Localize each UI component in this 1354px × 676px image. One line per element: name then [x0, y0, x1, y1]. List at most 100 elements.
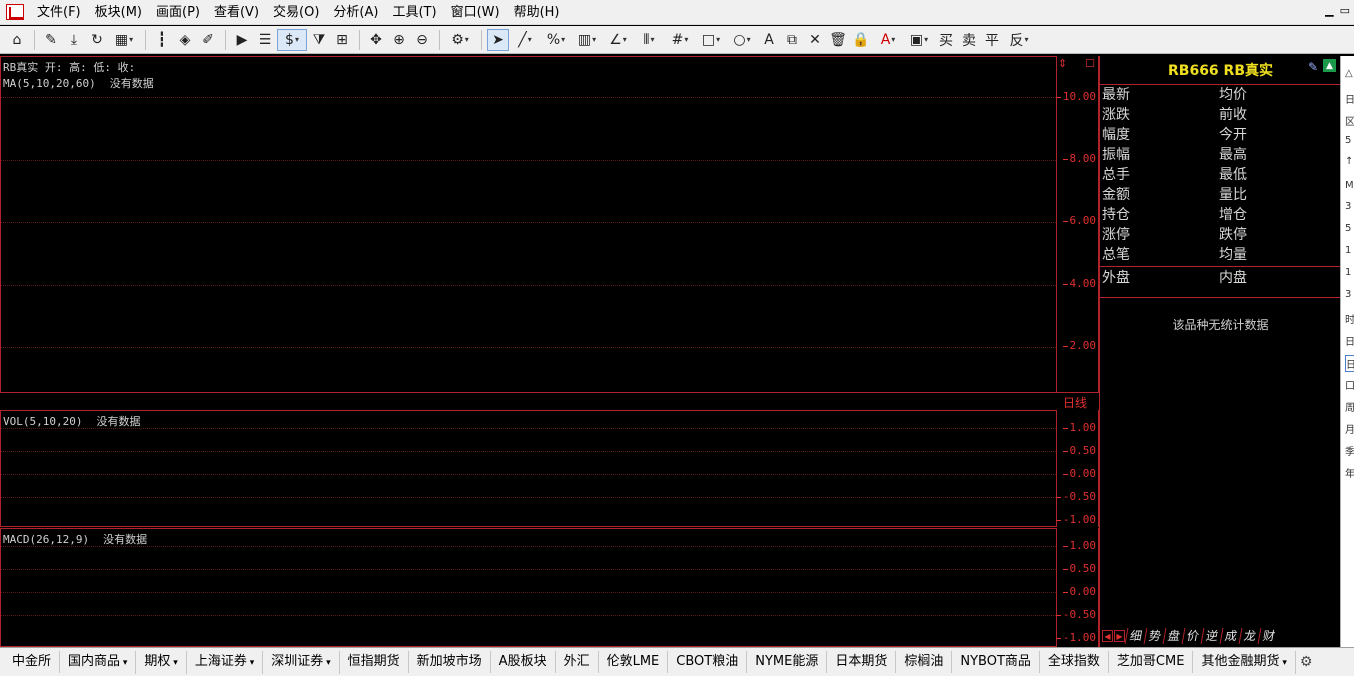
strip-glyph[interactable]: 周 [1345, 399, 1354, 414]
menu-window[interactable]: 窗口(W) [444, 0, 507, 25]
menu-trade[interactable]: 交易(O) [266, 0, 326, 25]
strip-glyph[interactable]: 3 [1345, 289, 1351, 300]
tab-shenzhen[interactable]: 深圳证券 [263, 650, 340, 674]
menu-tools[interactable]: 工具(T) [385, 0, 443, 25]
chart-compare-icon[interactable]: ⊞ [331, 29, 353, 51]
strip-glyph[interactable]: 日 [1345, 333, 1354, 348]
filter-icon[interactable]: ⧩ [308, 29, 330, 51]
strip-glyph[interactable]: 1 [1345, 267, 1351, 278]
color-icon[interactable]: A [873, 29, 903, 51]
axis-toggle-icon[interactable]: ⇕ [1058, 57, 1067, 70]
expand-icon[interactable]: ▲ [1323, 59, 1336, 72]
strip-glyph[interactable]: ↑ [1345, 156, 1353, 167]
strip-glyph[interactable]: 区 [1345, 113, 1354, 128]
tab-palm-oil[interactable]: 棕榈油 [896, 651, 953, 673]
edit-icon[interactable]: ✐ [197, 29, 219, 51]
vline-icon[interactable]: ⫴ [634, 29, 664, 51]
strip-glyph[interactable]: 季 [1345, 443, 1354, 458]
tab-prev-icon[interactable]: ◀ [1102, 630, 1113, 642]
tab-shanghai[interactable]: 上海证券 [187, 650, 264, 674]
tab-finance[interactable]: 财 [1257, 628, 1280, 644]
tab-cme[interactable]: 芝加哥CME [1109, 651, 1194, 673]
lock-icon[interactable]: 🔒 [850, 29, 872, 51]
diamond-icon[interactable]: ◈ [174, 29, 196, 51]
vol-no-data: 没有数据 [96, 415, 141, 428]
dollar-icon[interactable]: $ [277, 28, 307, 51]
ruler-bar-icon[interactable]: ▥ [572, 29, 602, 51]
tab-other-financial-futures[interactable]: 其他金融期货 [1193, 650, 1296, 674]
hash-icon[interactable]: # [665, 29, 695, 51]
tab-hsi-futures[interactable]: 恒指期货 [340, 651, 409, 673]
trash-icon[interactable]: 🗑 [827, 29, 849, 51]
ma-no-data: 没有数据 [109, 77, 154, 90]
tab-global-indices[interactable]: 全球指数 [1040, 651, 1109, 673]
pin-icon[interactable]: ✎ [1308, 60, 1318, 74]
strip-glyph[interactable]: 5 [1345, 135, 1351, 146]
settings-gear-icon[interactable]: ⚙ [1300, 654, 1313, 670]
strip-glyph[interactable]: 5 [1345, 223, 1351, 234]
save-icon[interactable]: ▣ [904, 29, 934, 51]
menu-file[interactable]: 文件(F) [30, 0, 88, 25]
move-icon[interactable]: ✥ [365, 29, 387, 51]
tab-singapore[interactable]: 新加坡市场 [409, 651, 491, 673]
label-high: 最高 [1219, 147, 1247, 163]
sell-icon[interactable]: 卖 [958, 29, 980, 51]
strip-glyph[interactable]: 年 [1345, 465, 1354, 480]
menu-view-screen[interactable]: 画面(P) [149, 0, 207, 25]
percent-icon[interactable]: % [541, 29, 571, 51]
tab-cbot[interactable]: CBOT粮油 [668, 651, 748, 673]
tab-nybot[interactable]: NYBOT商品 [952, 651, 1040, 673]
home-icon[interactable]: ⌂ [6, 29, 28, 51]
reverse-icon[interactable]: 反 [1004, 29, 1034, 51]
zoom-out-icon[interactable]: ⊖ [411, 29, 433, 51]
angle-icon[interactable]: ∠ [603, 29, 633, 51]
volume-panel[interactable]: VOL(5,10,20) 没有数据 [0, 410, 1057, 527]
menu-analysis[interactable]: 分析(A) [326, 0, 385, 25]
period-label[interactable]: 日线 [1063, 394, 1087, 411]
zoom-in-icon[interactable]: ⊕ [388, 29, 410, 51]
line-icon[interactable]: ╱ [510, 29, 540, 51]
ruler-icon[interactable]: ✎ [40, 29, 62, 51]
delete-icon[interactable]: ✕ [804, 29, 826, 51]
strip-glyph[interactable]: 口 [1345, 377, 1354, 392]
menu-view[interactable]: 查看(V) [207, 0, 266, 25]
strip-glyph[interactable]: 1 [1345, 245, 1351, 256]
minimize-icon[interactable]: ▁ [1325, 4, 1333, 17]
tab-nyme[interactable]: NYME能源 [747, 651, 828, 673]
tab-cffex[interactable]: 中金所 [4, 651, 61, 673]
buy-icon[interactable]: 买 [935, 29, 957, 51]
settings-icon[interactable]: ⚙ [445, 29, 475, 51]
play-icon[interactable]: ▶ [231, 29, 253, 51]
axis-box-icon[interactable]: ☐ [1085, 57, 1095, 70]
tab-japan-futures[interactable]: 日本期货 [827, 651, 897, 673]
macd-panel[interactable]: MACD(26,12,9) 没有数据 [0, 528, 1057, 647]
candlestick-icon[interactable]: ┇ [151, 29, 173, 51]
text-icon[interactable]: A [758, 29, 780, 51]
grid-icon[interactable]: ▦ [109, 29, 139, 51]
list-icon[interactable]: ☰ [254, 29, 276, 51]
tab-forex[interactable]: 外汇 [556, 651, 599, 673]
strip-glyph[interactable]: △ [1345, 68, 1353, 79]
copy-icon[interactable]: ⧉ [781, 29, 803, 51]
tab-next-icon[interactable]: ▶ [1114, 630, 1125, 642]
strip-glyph[interactable]: 日 [1345, 91, 1354, 106]
circle-icon[interactable]: ○ [727, 29, 757, 51]
menu-sector[interactable]: 板块(M) [88, 0, 149, 25]
tab-a-share-sectors[interactable]: A股板块 [491, 651, 556, 673]
menu-help[interactable]: 帮助(H) [507, 0, 567, 25]
restore-icon[interactable]: ▭ [1340, 4, 1350, 17]
tab-options[interactable]: 期权 [136, 650, 187, 674]
flat-icon[interactable]: 平 [981, 29, 1003, 51]
strip-glyph[interactable]: M [1345, 180, 1354, 191]
refresh-icon[interactable]: ↻ [86, 29, 108, 51]
strip-glyph[interactable]: 月 [1345, 421, 1354, 436]
download-icon[interactable]: ⤓ [63, 29, 85, 51]
strip-glyph[interactable]: 3 [1345, 201, 1351, 212]
cursor-icon[interactable]: ➤ [487, 28, 509, 51]
tab-lme[interactable]: 伦敦LME [599, 651, 669, 673]
strip-glyph-active[interactable]: 日 [1345, 355, 1354, 372]
rect-icon[interactable]: □ [696, 29, 726, 51]
strip-glyph[interactable]: 时 [1345, 311, 1354, 326]
tab-domestic-commodities[interactable]: 国内商品 [60, 650, 137, 674]
price-panel[interactable]: RB真实 开: 高: 低: 收: MA(5,10,20,60) 没有数据 [0, 56, 1057, 393]
